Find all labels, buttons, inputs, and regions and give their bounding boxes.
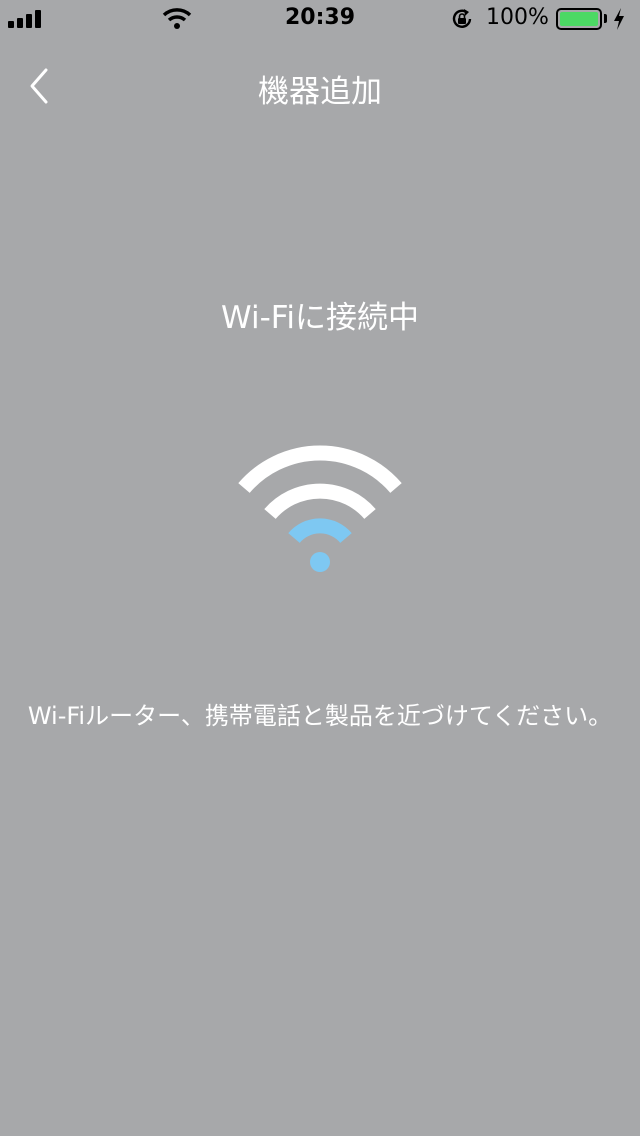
instruction-text: Wi-Fiルーター、携帯電話と製品を近づけてください。: [27, 702, 613, 730]
navigation-bar: 機器追加: [0, 40, 640, 130]
battery-icon: [556, 8, 602, 30]
battery-percent: 100%: [486, 5, 549, 30]
wifi-icon: [238, 445, 402, 572]
rotation-lock-icon: [452, 9, 472, 28]
connecting-heading: Wi-Fiに接続中: [221, 300, 419, 336]
page-title: 機器追加: [258, 74, 382, 110]
charging-bolt-icon: [614, 8, 624, 30]
screen: 20:39 100% 機器追加 Wi-Fiに接続中 Wi-Fiルーター、携帯電話…: [0, 0, 640, 1136]
status-bar: 20:39 100%: [0, 0, 640, 40]
